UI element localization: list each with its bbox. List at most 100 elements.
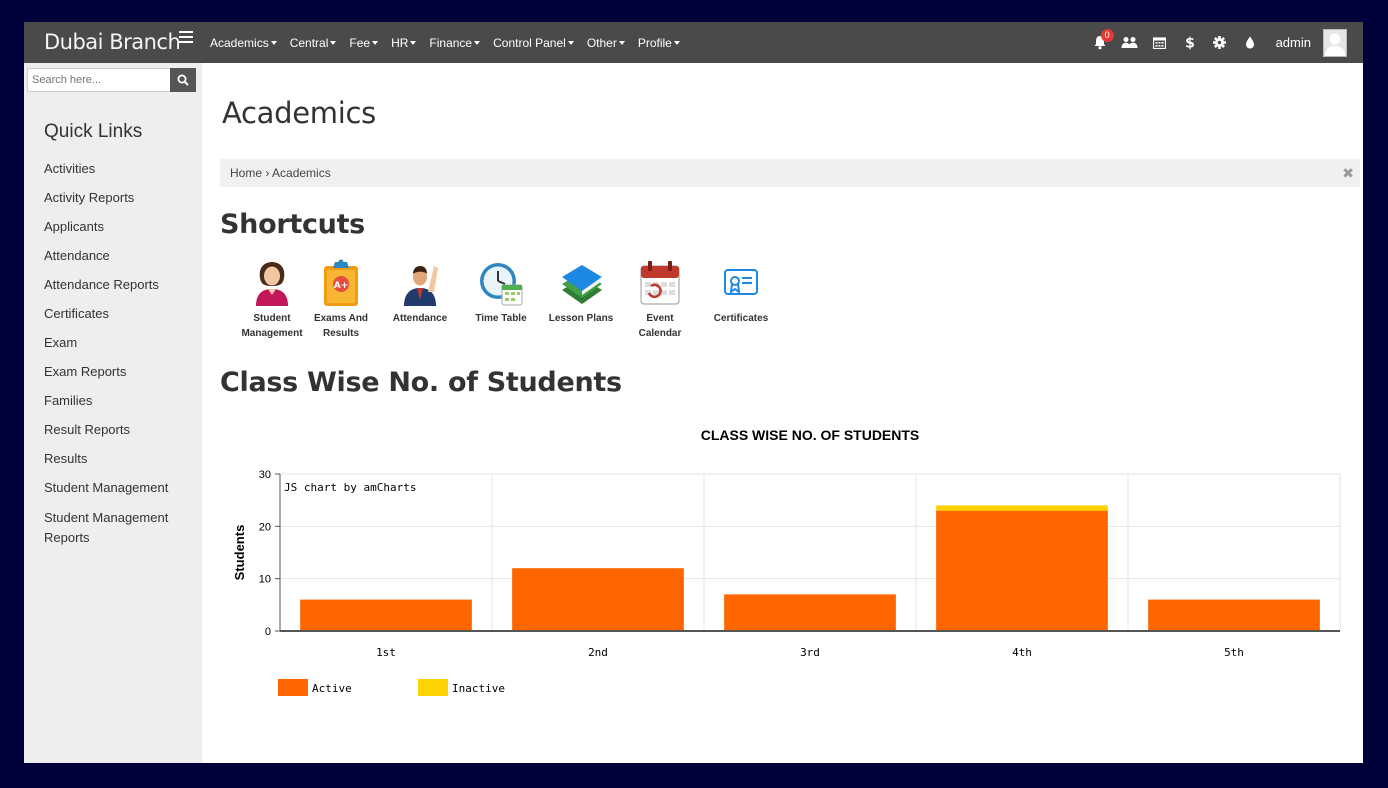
navbar-right: 0 $ admin [1082, 22, 1347, 63]
shortcut-label: Event [646, 313, 674, 324]
user-name[interactable]: admin [1276, 35, 1311, 50]
student-icon [256, 262, 288, 306]
quick-link-certificates[interactable]: Certificates [44, 305, 194, 322]
shortcut-label: Certificates [713, 313, 769, 324]
legend-label-active: Active [312, 682, 352, 695]
menu-profile-label: Profile [637, 35, 672, 50]
chart-title: CLASS WISE NO. OF STUDENTS [701, 427, 920, 443]
menu-profile[interactable]: Profile [638, 36, 680, 50]
menu-other[interactable]: Other [587, 36, 625, 50]
shortcut-lesson-plans[interactable]: Lesson Plans [541, 258, 621, 326]
main-menu: Academics Central Fee HR Finance Control… [210, 22, 693, 63]
bar-active [1148, 599, 1320, 631]
shortcuts-title: Shortcuts [220, 209, 365, 240]
shortcut-label-2: Calendar [638, 328, 682, 339]
attendance-icon [404, 266, 438, 306]
x-tick-label: 1st [376, 646, 396, 659]
shortcut-event-calendar[interactable]: Event Calendar [620, 258, 700, 341]
tint-icon [1245, 36, 1254, 49]
search-button[interactable] [170, 68, 196, 92]
quick-link-student-management[interactable]: Student Management [44, 479, 194, 496]
branch-name[interactable]: Dubai Branch [44, 30, 181, 54]
hamburger-menu-icon[interactable] [179, 31, 193, 43]
quick-link-exam[interactable]: Exam [44, 334, 194, 351]
bar-inactive [936, 505, 1108, 511]
notifications-button[interactable]: 0 [1088, 28, 1114, 55]
caret-down-icon [330, 41, 337, 46]
x-tick-label: 2nd [588, 646, 608, 659]
shortcut-label-2: Results [322, 328, 360, 339]
y-axis-label: Students [232, 525, 247, 581]
certificate-icon [724, 269, 758, 295]
shortcut-label-2: Management [241, 328, 303, 339]
quick-link-applicants[interactable]: Applicants [44, 218, 194, 235]
quick-link-result-reports[interactable]: Result Reports [44, 421, 194, 438]
menu-central[interactable]: Central [290, 36, 337, 50]
quick-link-activities[interactable]: Activities [44, 160, 194, 177]
menu-other-label: Other [586, 35, 617, 50]
legend-label-inactive: Inactive [452, 682, 505, 695]
quick-link-attendance[interactable]: Attendance [44, 247, 194, 264]
breadcrumb-separator: › [265, 166, 270, 180]
shortcut-student-management[interactable]: Student Management [232, 258, 312, 341]
y-tick-label: 10 [259, 574, 271, 586]
breadcrumb-home[interactable]: Home [230, 166, 262, 180]
calendar-button[interactable] [1148, 31, 1172, 55]
theme-button[interactable] [1238, 31, 1262, 55]
shortcut-label: Student [253, 313, 291, 324]
svg-text:$: $ [1185, 36, 1195, 51]
notification-count-badge: 0 [1100, 28, 1114, 42]
svg-text:A+: A+ [334, 281, 349, 291]
quick-link-student-management-reports[interactable]: Student Management Reports [44, 508, 194, 548]
dollar-icon: $ [1185, 36, 1195, 51]
breadcrumb: Home › Academics ✖ [220, 159, 1360, 187]
menu-control-panel[interactable]: Control Panel [493, 36, 574, 50]
legend-swatch-active [278, 679, 308, 696]
quick-link-exam-reports[interactable]: Exam Reports [44, 363, 194, 380]
shortcut-attendance[interactable]: Attendance [380, 258, 460, 326]
user-silhouette-icon [1325, 33, 1345, 56]
menu-central-label: Central [289, 35, 329, 50]
quick-link-attendance-reports[interactable]: Attendance Reports [44, 276, 194, 293]
menu-academics[interactable]: Academics [210, 36, 277, 50]
users-button[interactable] [1118, 31, 1142, 55]
shortcut-certificates[interactable]: Certificates [701, 258, 781, 326]
y-tick-label: 20 [259, 521, 271, 533]
shortcut-exams-and-results[interactable]: A+ Exams And Results [301, 258, 381, 341]
caret-down-icon [618, 41, 625, 46]
search-input[interactable] [32, 72, 172, 88]
quick-link-activity-reports[interactable]: Activity Reports [44, 189, 194, 206]
menu-finance-label: Finance [429, 35, 473, 50]
users-icon [1121, 37, 1138, 48]
search-icon [177, 74, 189, 86]
shortcut-time-table[interactable]: Time Table [461, 258, 541, 326]
settings-button[interactable] [1208, 31, 1232, 55]
bar-active [936, 510, 1108, 631]
close-icon[interactable]: ✖ [1342, 159, 1354, 187]
menu-finance[interactable]: Finance [429, 35, 481, 50]
finance-button[interactable]: $ [1178, 31, 1202, 55]
shortcut-label: Attendance [392, 313, 448, 324]
caret-down-icon [474, 41, 481, 46]
bar-active [512, 568, 684, 631]
avatar[interactable] [1323, 28, 1347, 57]
quick-link-results[interactable]: Results [44, 450, 194, 467]
event-calendar-icon [640, 261, 680, 305]
bar-active [300, 599, 472, 631]
calendar-icon [1153, 37, 1167, 49]
quick-link-families[interactable]: Families [44, 392, 194, 409]
shortcut-label: Time Table [475, 313, 527, 324]
sidebar-search [27, 68, 196, 92]
menu-academics-label: Academics [210, 35, 269, 50]
caret-down-icon [410, 41, 417, 46]
top-navbar: Dubai Branch Academics Central Fee HR Fi… [24, 22, 1363, 63]
menu-control-panel-label: Control Panel [493, 35, 566, 50]
menu-fee-label: Fee [349, 35, 371, 50]
x-tick-label: 4th [1012, 646, 1032, 659]
quick-links-list: Activities Activity Reports Applicants A… [44, 160, 194, 560]
exam-clipboard-icon: A+ [324, 259, 358, 306]
books-icon [562, 265, 602, 304]
menu-fee[interactable]: Fee [349, 35, 379, 50]
gear-icon [1213, 36, 1227, 49]
menu-hr[interactable]: HR [391, 36, 417, 50]
